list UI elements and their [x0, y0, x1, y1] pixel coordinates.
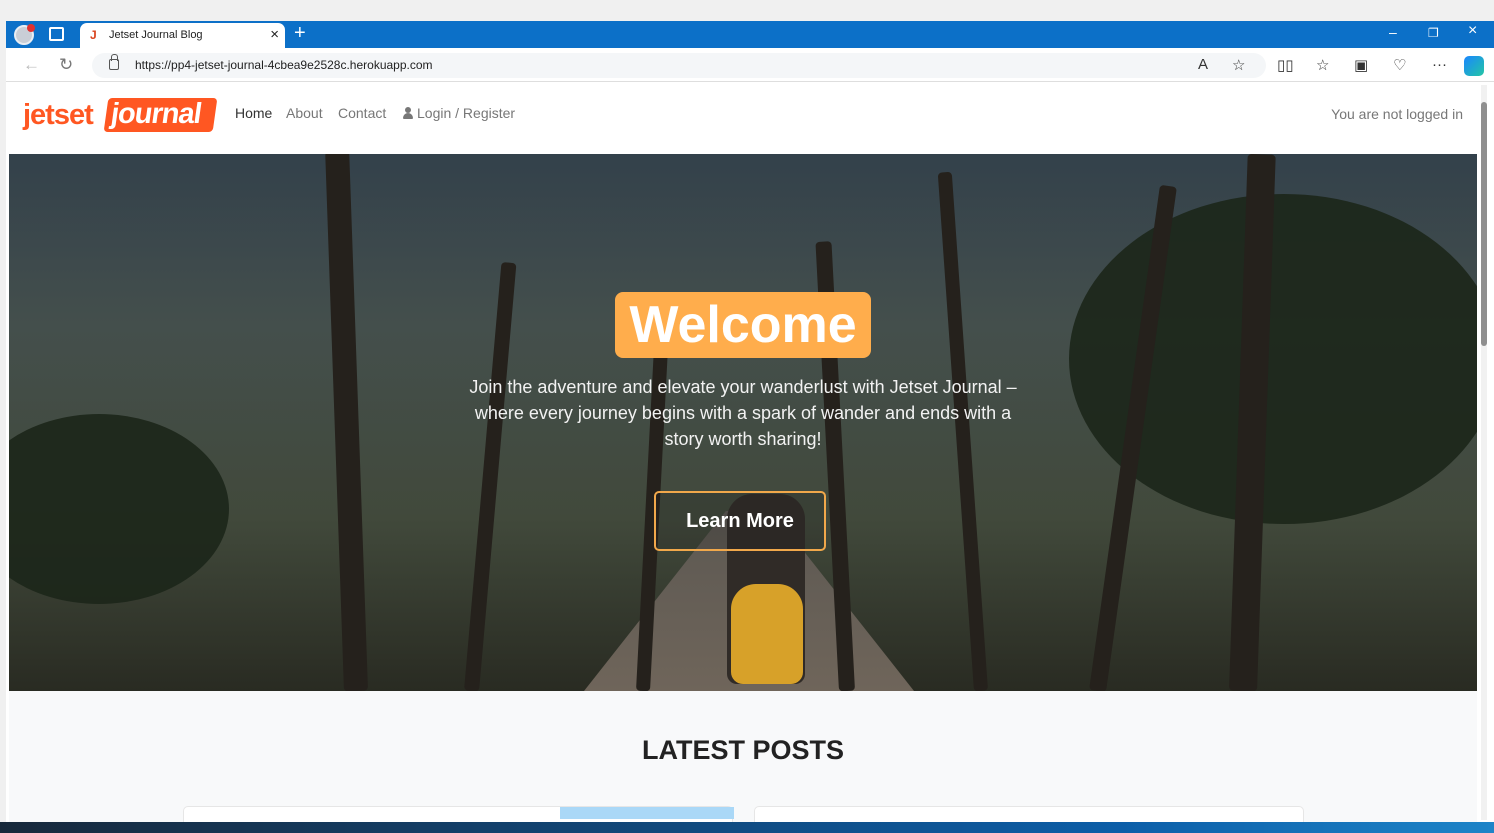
refresh-button[interactable]: ↻: [59, 55, 73, 75]
welcome-heading: Welcome: [615, 292, 871, 358]
nav-login-register[interactable]: Login / Register: [402, 105, 515, 121]
nav-home[interactable]: Home: [235, 105, 272, 121]
more-button[interactable]: ···: [1432, 56, 1447, 73]
page-scrollbar[interactable]: [1481, 85, 1487, 820]
favorite-button[interactable]: ☆: [1232, 56, 1245, 74]
new-tab-button[interactable]: +: [294, 22, 306, 45]
collections-button[interactable]: ▣: [1354, 56, 1368, 74]
url-field[interactable]: https://pp4-jetset-journal-4cbea9e2528c.…: [92, 53, 1266, 78]
extensions-button[interactable]: ♡: [1393, 56, 1406, 74]
close-tab-button[interactable]: ×: [270, 26, 279, 43]
restore-button[interactable]: ❐: [1428, 26, 1439, 40]
tab-favicon: J: [90, 28, 97, 42]
taskbar-strip: [0, 822, 1494, 833]
lock-icon: [109, 54, 119, 70]
read-aloud-button[interactable]: A: [1198, 56, 1208, 73]
minimize-button[interactable]: –: [1389, 24, 1397, 40]
browser-window: J Jetset Journal Blog × + – ❐ × ← ↻ http…: [6, 21, 1494, 823]
post-card-image: [560, 807, 734, 819]
logo-jetset-text: jetset: [23, 99, 94, 131]
login-status: You are not logged in: [1331, 106, 1463, 122]
scrollbar-thumb[interactable]: [1481, 102, 1487, 346]
profile-icon[interactable]: [14, 24, 35, 45]
yellow-scooter: [731, 584, 803, 684]
hero-banner: Welcome Join the adventure and elevate y…: [9, 154, 1477, 691]
post-card[interactable]: [754, 806, 1304, 823]
website-viewport: jetset journal Home About Contact Login …: [9, 83, 1477, 823]
learn-more-button[interactable]: Learn More: [654, 491, 826, 551]
close-window-button[interactable]: ×: [1468, 22, 1477, 40]
url-text[interactable]: https://pp4-jetset-journal-4cbea9e2528c.…: [135, 58, 433, 72]
site-navigation: jetset journal Home About Contact Login …: [9, 83, 1477, 154]
hero-tagline: Join the adventure and elevate your wand…: [469, 377, 1017, 449]
person-icon: [402, 107, 414, 119]
site-logo[interactable]: jetset journal: [23, 97, 218, 133]
post-card[interactable]: [183, 806, 734, 823]
copilot-icon[interactable]: [1464, 56, 1484, 76]
tab-title: Jetset Journal Blog: [109, 29, 203, 41]
favorites-button[interactable]: ☆: [1316, 56, 1329, 74]
address-bar: ← ↻ https://pp4-jetset-journal-4cbea9e25…: [6, 48, 1494, 82]
logo-journal-text: journal: [103, 98, 218, 132]
back-button[interactable]: ←: [23, 55, 40, 75]
login-register-label: Login / Register: [417, 105, 516, 121]
tab-actions-icon[interactable]: [49, 27, 64, 41]
browser-tab[interactable]: J Jetset Journal Blog ×: [80, 23, 285, 48]
nav-contact[interactable]: Contact: [338, 105, 386, 121]
latest-posts-heading: LATEST POSTS: [641, 735, 844, 765]
split-screen-button[interactable]: ▯▯: [1277, 56, 1294, 74]
nav-about[interactable]: About: [286, 105, 323, 121]
tab-bar: J Jetset Journal Blog × + – ❐ ×: [6, 21, 1494, 48]
hero-content: Welcome Join the adventure and elevate y…: [9, 292, 1477, 452]
